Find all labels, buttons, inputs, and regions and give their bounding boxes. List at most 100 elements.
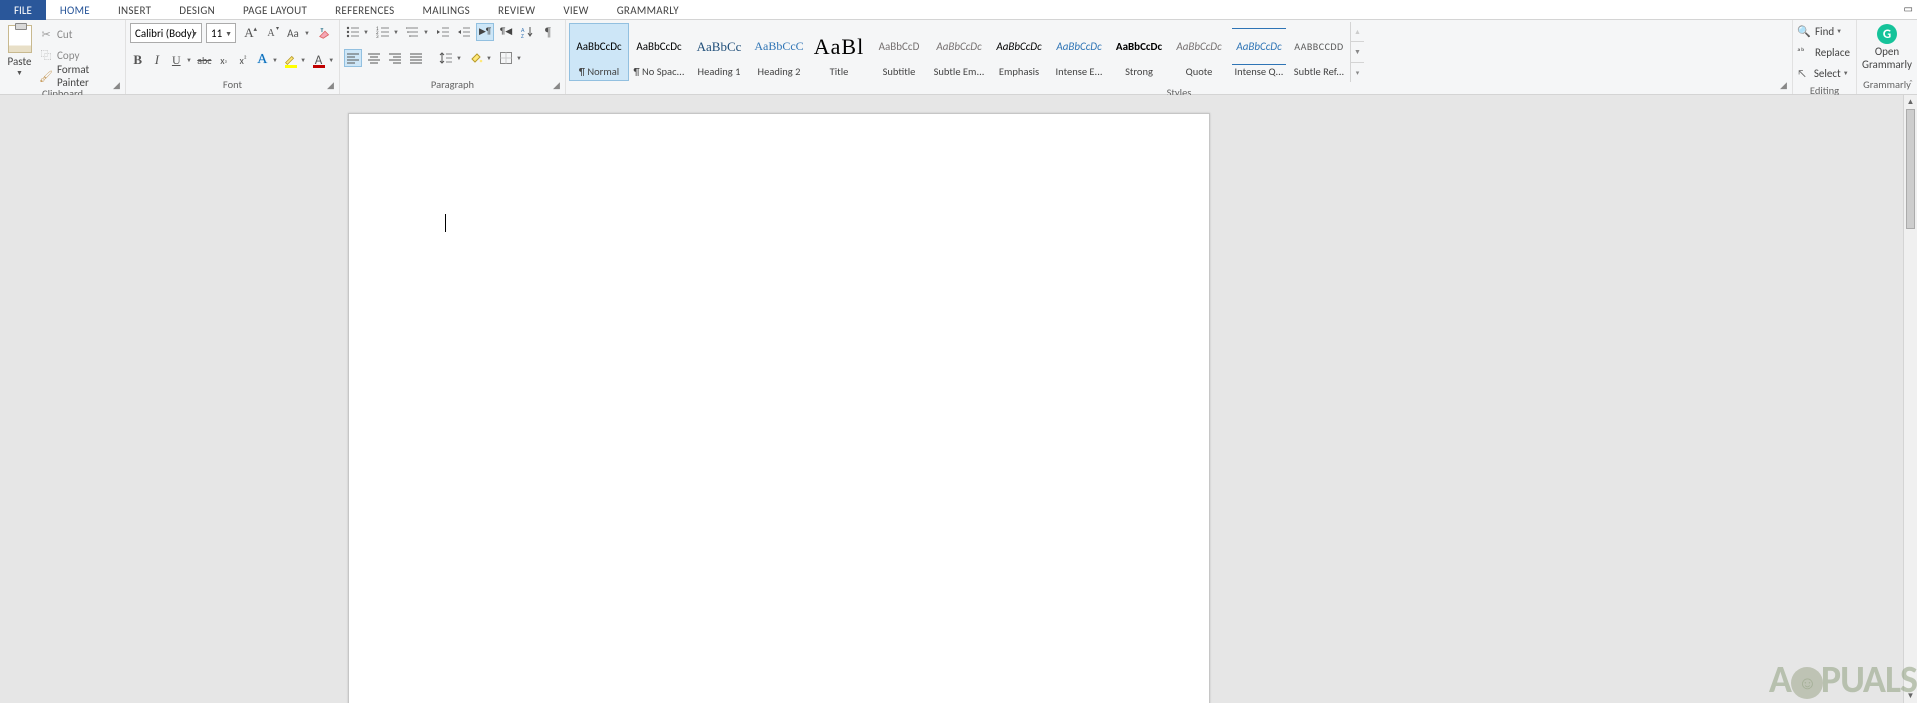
align-center-button[interactable]: [365, 49, 383, 67]
style-item-nospace[interactable]: AaBbCcDc¶ No Spac...: [629, 23, 689, 81]
multilevel-list-button[interactable]: [404, 23, 422, 41]
italic-button[interactable]: I: [149, 51, 164, 69]
open-grammarly-button[interactable]: Open Grammarly: [1862, 46, 1912, 71]
select-button[interactable]: ↖Select▼: [1797, 64, 1850, 82]
styles-more-button[interactable]: ▾: [1351, 63, 1364, 82]
style-preview: AaBbCcDc: [1052, 28, 1106, 65]
style-item-subtle-ref[interactable]: AABBCCDDSubtle Ref...: [1289, 23, 1349, 81]
change-case-dropdown-icon[interactable]: ▼: [304, 29, 312, 37]
decrease-indent-button[interactable]: [434, 23, 452, 41]
justify-button[interactable]: [407, 49, 425, 67]
collapse-ribbon-button[interactable]: ˆ: [1909, 77, 1913, 90]
bold-button[interactable]: B: [130, 51, 145, 69]
bullets-dropdown-icon[interactable]: ▼: [363, 28, 371, 36]
borders-button[interactable]: [497, 49, 515, 67]
scroll-thumb[interactable]: [1906, 109, 1915, 229]
style-item-subtitle[interactable]: AaBbCcDSubtitle: [869, 23, 929, 81]
copy-button[interactable]: Copy: [39, 46, 121, 64]
highlight-button[interactable]: [283, 51, 298, 69]
document-page[interactable]: [348, 113, 1210, 703]
style-item-subtle-em[interactable]: AaBbCcDcSubtle Em...: [929, 23, 989, 81]
subscript-button[interactable]: x: [216, 51, 231, 69]
style-label: Subtle Ref...: [1292, 65, 1346, 78]
tab-review[interactable]: REVIEW: [484, 0, 549, 20]
style-item-title[interactable]: AaBlTitle: [809, 23, 869, 81]
paste-dropdown-icon[interactable]: ▼: [16, 68, 23, 77]
numbering-button[interactable]: 123: [374, 23, 392, 41]
text-effects-dropdown-icon[interactable]: ▼: [272, 56, 279, 64]
ltr-direction-button[interactable]: ▶¶: [476, 23, 494, 41]
tab-file[interactable]: FILE: [0, 0, 46, 20]
copy-label: Copy: [57, 49, 79, 62]
borders-dropdown-icon[interactable]: ▼: [516, 54, 524, 62]
strikethrough-button[interactable]: abc: [197, 51, 212, 69]
style-item-normal[interactable]: AaBbCcDc¶ Normal: [569, 23, 629, 81]
shrink-font-button[interactable]: A▾: [262, 24, 280, 42]
align-left-button[interactable]: [344, 49, 362, 67]
line-spacing-button[interactable]: [437, 49, 455, 67]
tab-insert[interactable]: INSERT: [104, 0, 165, 20]
scroll-down-button[interactable]: ▼: [1904, 689, 1917, 703]
line-spacing-dropdown-icon[interactable]: ▼: [456, 54, 464, 62]
styles-launcher-icon[interactable]: ◢: [1778, 80, 1789, 91]
font-color-button[interactable]: A: [311, 51, 326, 69]
tab-design[interactable]: DESIGN: [165, 0, 229, 20]
style-item-heading1[interactable]: AaBbCcHeading 1: [689, 23, 749, 81]
paste-button[interactable]: Paste ▼: [4, 23, 35, 85]
style-item-heading2[interactable]: AaBbCcCHeading 2: [749, 23, 809, 81]
font-name-combo[interactable]: Calibri (Body)▼: [130, 23, 202, 43]
superscript-button[interactable]: x: [235, 51, 250, 69]
style-item-quote[interactable]: AaBbCcDcQuote: [1169, 23, 1229, 81]
style-item-emphasis[interactable]: AaBbCcDcEmphasis: [989, 23, 1049, 81]
scroll-up-button[interactable]: ▲: [1904, 95, 1917, 109]
tab-view[interactable]: VIEW: [549, 0, 602, 20]
select-dropdown-icon[interactable]: ▼: [1843, 69, 1850, 77]
shading-button[interactable]: [467, 49, 485, 67]
bullets-icon: [346, 25, 360, 39]
font-size-combo[interactable]: 11▼: [206, 23, 236, 43]
bullets-button[interactable]: [344, 23, 362, 41]
window-restore-icon[interactable]: ▭: [1904, 2, 1913, 15]
increase-indent-button[interactable]: [455, 23, 473, 41]
highlight-color-swatch: [285, 65, 297, 68]
select-label: Select: [1814, 67, 1841, 80]
style-item-intense-q[interactable]: AaBbCcDcIntense Q...: [1229, 23, 1289, 81]
text-effects-button[interactable]: A: [255, 51, 270, 69]
format-painter-button[interactable]: Format Painter: [39, 67, 121, 85]
show-hide-marks-button[interactable]: ¶: [539, 23, 557, 41]
tab-page-layout[interactable]: PAGE LAYOUT: [229, 0, 321, 20]
font-color-swatch: [313, 65, 325, 68]
replace-button[interactable]: ᵃᵇReplace: [1797, 43, 1850, 61]
binoculars-icon: 🔍: [1797, 25, 1811, 38]
underline-button[interactable]: U: [169, 51, 184, 69]
change-case-button[interactable]: Aa: [284, 24, 302, 42]
paste-icon: [8, 25, 32, 53]
tab-references[interactable]: REFERENCES: [321, 0, 408, 20]
grow-font-button[interactable]: A▴: [240, 24, 258, 42]
sort-button[interactable]: AZ: [518, 23, 536, 41]
highlight-dropdown-icon[interactable]: ▼: [300, 56, 307, 64]
tab-grammarly[interactable]: GRAMMARLY: [603, 0, 693, 20]
align-right-button[interactable]: [386, 49, 404, 67]
brush-icon: [39, 70, 53, 82]
rtl-direction-button[interactable]: ¶◀: [497, 23, 515, 41]
styles-scroll-up-button[interactable]: ▲: [1351, 22, 1364, 42]
paragraph-launcher-icon[interactable]: ◢: [551, 80, 562, 91]
styles-scroll-down-button[interactable]: ▼: [1351, 42, 1364, 62]
find-dropdown-icon[interactable]: ▼: [1836, 27, 1844, 35]
tab-mailings[interactable]: MAILINGS: [409, 0, 484, 20]
font-launcher-icon[interactable]: ◢: [325, 80, 336, 91]
style-item-intense-em[interactable]: AaBbCcDcIntense E...: [1049, 23, 1109, 81]
clear-formatting-button[interactable]: [316, 24, 334, 42]
grammarly-icon[interactable]: G: [1877, 24, 1897, 44]
cut-button[interactable]: Cut: [39, 25, 121, 43]
style-item-strong[interactable]: AaBbCcDcStrong: [1109, 23, 1169, 81]
font-color-dropdown-icon[interactable]: ▼: [328, 56, 335, 64]
tab-home[interactable]: HOME: [46, 0, 104, 20]
numbering-dropdown-icon[interactable]: ▼: [393, 28, 401, 36]
shading-dropdown-icon[interactable]: ▼: [486, 54, 494, 62]
clipboard-launcher-icon[interactable]: ◢: [111, 80, 122, 91]
find-button[interactable]: 🔍Find▼: [1797, 22, 1850, 40]
multilevel-dropdown-icon[interactable]: ▼: [423, 28, 431, 36]
underline-dropdown-icon[interactable]: ▼: [186, 56, 193, 64]
